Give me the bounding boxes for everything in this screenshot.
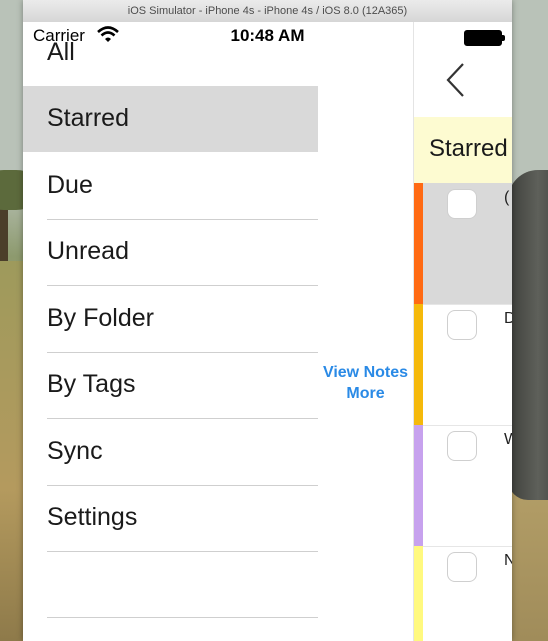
note-preview: N [504, 552, 512, 570]
menu-item-due[interactable]: Due [23, 153, 318, 219]
menu-divider [47, 551, 318, 552]
list-header: Starred [414, 117, 512, 183]
menu-item-by-folder[interactable]: By Folder [23, 286, 318, 352]
note-row[interactable]: W [414, 425, 512, 547]
menu-item-starred[interactable]: Starred [23, 86, 318, 152]
note-checkbox[interactable] [447, 552, 477, 582]
note-preview: W [504, 431, 512, 449]
note-color-bar [414, 425, 423, 546]
status-time: 10:48 AM [230, 26, 305, 45]
simulator-window: iOS Simulator - iPhone 4s - iPhone 4s / … [23, 0, 512, 641]
list-header-title: Starred [429, 135, 508, 162]
note-row[interactable]: D [414, 304, 512, 426]
menu-item-by-tags[interactable]: By Tags [23, 352, 318, 418]
note-color-bar [414, 304, 423, 425]
note-color-bar [414, 183, 423, 304]
elephant [508, 170, 548, 500]
menu-item-label: Sync [47, 437, 103, 465]
menu-item-label: By Folder [47, 304, 154, 332]
note-checkbox[interactable] [447, 431, 477, 461]
menu-item-label: Settings [47, 503, 138, 531]
grass [0, 261, 24, 641]
chevron-left-icon[interactable] [444, 60, 466, 100]
view-notes-label: View Notes [322, 364, 409, 381]
notes-list-panel: Starred ( D W N [413, 22, 512, 641]
menu-divider [47, 617, 318, 618]
menu-item-label: Starred [47, 104, 129, 132]
menu-item-label: Unread [47, 237, 129, 265]
menu-item-settings[interactable]: Settings [23, 485, 318, 551]
note-preview: ( [504, 189, 510, 206]
status-bar: Carrier 10:48 AM [23, 22, 512, 50]
window-title: iOS Simulator - iPhone 4s - iPhone 4s / … [23, 0, 512, 23]
menu-item-label: By Tags [47, 370, 136, 398]
battery-icon [464, 30, 505, 46]
menu-item-unread[interactable]: Unread [23, 219, 318, 285]
note-row[interactable]: N [414, 546, 512, 641]
note-color-bar [414, 546, 423, 641]
menu-item-sync[interactable]: Sync [23, 419, 318, 485]
note-row[interactable]: ( [414, 183, 512, 305]
note-preview: D [504, 310, 512, 328]
view-notes-more-button[interactable]: View Notes More [318, 362, 413, 404]
note-checkbox[interactable] [447, 310, 477, 340]
side-menu: All Starred Due Unread By Folder By Tags [23, 22, 318, 641]
device-screen: Carrier 10:48 AM All Starred Due Unread [23, 22, 512, 641]
note-checkbox[interactable] [447, 189, 477, 219]
more-label: More [346, 385, 385, 402]
menu-item-label: Due [47, 171, 93, 199]
